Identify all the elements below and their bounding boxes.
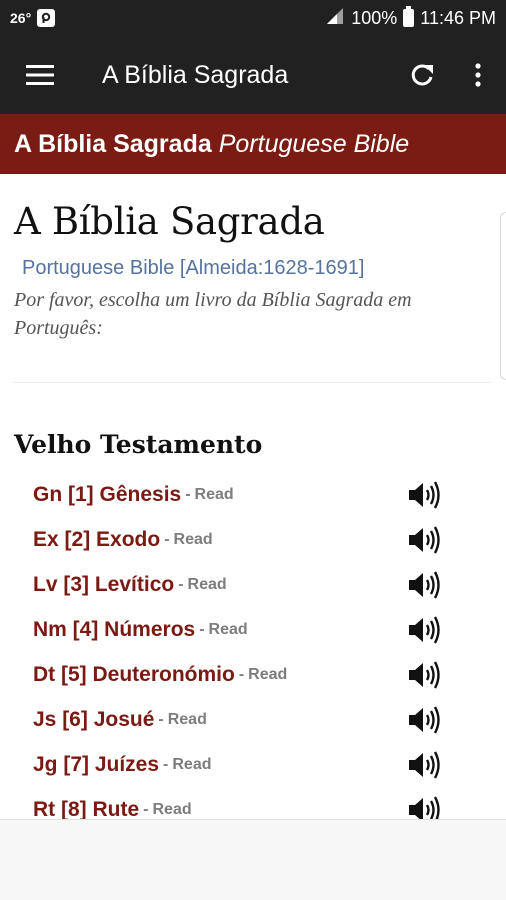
old-testament-heading: Velho Testamento <box>14 430 263 459</box>
list-item: Gn [1] Gênesis - Read <box>0 472 506 517</box>
read-link[interactable]: - Read <box>185 486 233 504</box>
app-title: A Bíblia Sagrada <box>102 60 289 89</box>
speaker-icon[interactable] <box>406 795 442 819</box>
book-link-juizes[interactable]: Jg [7] Juízes <box>33 753 159 777</box>
speaker-icon[interactable] <box>406 660 442 690</box>
read-link[interactable]: - Read <box>239 666 287 684</box>
main-content[interactable]: A Bíblia Sagrada Portuguese Bible [Almei… <box>0 174 506 819</box>
page-title: A Bíblia Sagrada <box>14 200 325 243</box>
book-link-deuteronomio[interactable]: Dt [5] Deuteronómio <box>33 663 235 687</box>
battery-icon <box>403 6 415 27</box>
read-link[interactable]: - Read <box>163 756 211 774</box>
read-link[interactable]: - Read <box>164 531 212 549</box>
speaker-icon[interactable] <box>406 570 442 600</box>
app-bar: A Bíblia Sagrada <box>0 36 506 114</box>
read-link[interactable]: - Read <box>143 801 191 819</box>
banner-title: A Bíblia Sagrada <box>14 129 212 158</box>
status-right: 100% 11:46 PM <box>325 6 496 30</box>
signal-icon <box>325 7 345 30</box>
book-list: Gn [1] Gênesis - Read Ex [2] Exodo - Read … <box>0 472 506 819</box>
notification-icon <box>37 9 56 27</box>
divider <box>14 382 490 383</box>
read-link[interactable]: - Read <box>199 621 247 639</box>
list-item: Js [6] Josué - Read <box>0 697 506 742</box>
temperature-text: 26° <box>10 10 32 26</box>
book-link-levitico[interactable]: Lv [3] Levítico <box>33 573 174 597</box>
banner-subtitle: Portuguese Bible <box>218 129 410 158</box>
battery-percent: 100% <box>351 7 398 28</box>
more-vert-icon[interactable] <box>450 36 506 114</box>
list-item: Lv [3] Levítico - Read <box>0 562 506 607</box>
refresh-icon[interactable] <box>394 36 450 114</box>
list-item: Ex [2] Exodo - Read <box>0 517 506 562</box>
clock-text: 11:46 PM <box>420 7 496 28</box>
site-banner: A Bíblia Sagrada Portuguese Bible <box>0 114 506 174</box>
speaker-icon[interactable] <box>406 750 442 780</box>
read-link[interactable]: - Read <box>158 711 206 729</box>
list-item: Dt [5] Deuteronómio - Read <box>0 652 506 697</box>
list-item: Rt [8] Rute - Read <box>0 787 506 819</box>
list-item: Nm [4] Números - Read <box>0 607 506 652</box>
hamburger-menu-icon[interactable] <box>0 36 80 114</box>
speaker-icon[interactable] <box>406 705 442 735</box>
speaker-icon[interactable] <box>406 525 442 555</box>
list-item: Jg [7] Juízes - Read <box>0 742 506 787</box>
instruction-text: Por favor, escolha um livro da Bíblia Sa… <box>14 289 412 339</box>
bible-version-subtitle: Portuguese Bible [Almeida:1628-1691] <box>22 257 365 279</box>
read-link[interactable]: - Read <box>178 576 226 594</box>
book-link-rute[interactable]: Rt [8] Rute <box>33 798 139 820</box>
app-bar-actions <box>394 36 506 114</box>
speaker-icon[interactable] <box>406 615 442 645</box>
status-bar: 26° 100% 11:46 PM <box>0 0 506 36</box>
side-drawer-handle[interactable] <box>500 212 506 380</box>
book-link-josue[interactable]: Js [6] Josué <box>33 708 154 732</box>
book-link-exodo[interactable]: Ex [2] Exodo <box>33 528 160 552</box>
header-block: A Bíblia Sagrada Portuguese Bible [Almei… <box>0 174 506 342</box>
book-link-genesis[interactable]: Gn [1] Gênesis <box>33 483 181 507</box>
book-link-numeros[interactable]: Nm [4] Números <box>33 618 195 642</box>
speaker-icon[interactable] <box>406 480 442 510</box>
bottom-ad-area <box>0 819 506 900</box>
status-left: 26° <box>10 9 56 27</box>
